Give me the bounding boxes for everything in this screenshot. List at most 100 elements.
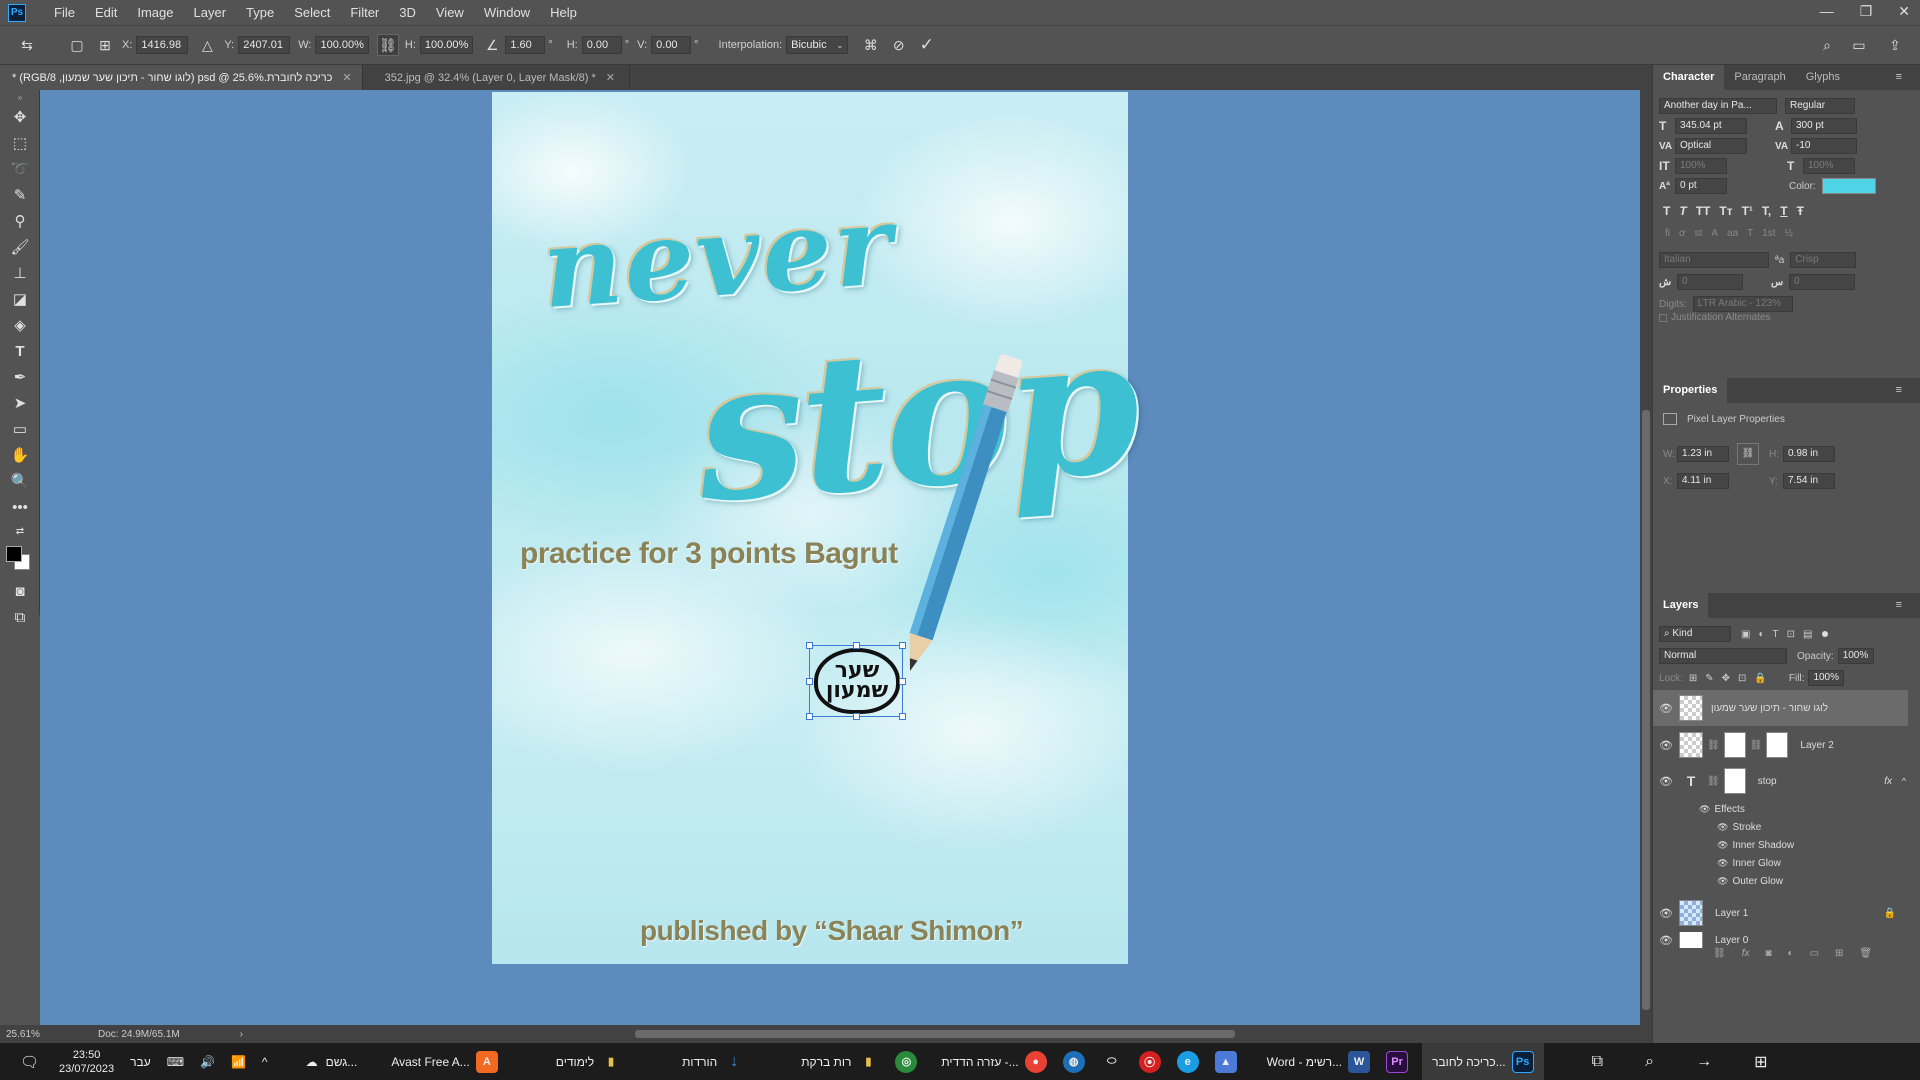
layer-filter-select[interactable]: ⌕ Kind [1659, 626, 1731, 642]
antialias-select[interactable]: Crisp [1790, 252, 1857, 268]
tab-properties[interactable]: Properties [1653, 378, 1728, 403]
doc-tab-cover[interactable]: כריכה לחוברת.psd @ 25.6% (לוגו שחור - תי… [0, 65, 363, 90]
color-swatches[interactable] [0, 542, 40, 578]
faux-italic-icon[interactable]: T [1679, 204, 1686, 218]
titling-alternates-icon[interactable]: T [1747, 228, 1753, 239]
effect-row[interactable]: 👁 Outer Glow [1653, 872, 1908, 890]
photoshop-logo-icon[interactable]: Ps [8, 3, 26, 22]
close-icon[interactable]: ✕ [1898, 0, 1910, 22]
swap-colors-icon[interactable]: ⇄ [0, 520, 40, 542]
font-size-input[interactable]: 345.04 pt [1675, 118, 1747, 134]
taskbar-teams[interactable]: ▲ [1207, 1043, 1245, 1080]
strikethrough-icon[interactable]: Ŧ [1797, 204, 1804, 218]
add-style-icon[interactable]: fx [1742, 948, 1750, 959]
tab-paragraph[interactable]: Paragraph [1724, 65, 1795, 90]
quick-select-tool-icon[interactable]: ✎ [0, 182, 40, 208]
horizontal-scale-input[interactable]: 100% [1803, 158, 1855, 174]
fractions-icon[interactable]: ½ [1785, 228, 1793, 239]
move-tool-icon[interactable]: ✥ [0, 104, 40, 130]
new-group-icon[interactable]: ▭ [1810, 948, 1819, 959]
taskbar-folder-ruth[interactable]: רות ברקת ▮ [793, 1043, 887, 1080]
share-icon[interactable]: ⇪ [1884, 34, 1906, 56]
layer-name[interactable]: Layer 1 [1715, 908, 1748, 919]
menu-select[interactable]: Select [284, 0, 340, 25]
reference-point-grid-icon[interactable]: ⊞ [94, 34, 116, 56]
fx-badge[interactable]: fx [1884, 776, 1892, 787]
link-layers-icon[interactable]: ⛓ [1713, 948, 1726, 959]
eye-icon[interactable]: 👁 [1717, 840, 1728, 851]
task-view-icon[interactable]: ⧉ [1584, 1043, 1611, 1080]
tab-glyphs[interactable]: Glyphs [1796, 65, 1850, 90]
move-tool-preset-icon[interactable]: ⇆ [14, 34, 40, 56]
eye-icon[interactable]: 👁 [1653, 739, 1679, 752]
keyboard-icon[interactable]: ⌨ [159, 1043, 192, 1080]
vertical-scroll-thumb[interactable] [1642, 410, 1650, 1010]
transform-handle[interactable] [806, 713, 813, 720]
clock[interactable]: 23:50 23/07/2023 [51, 1043, 122, 1080]
tab-character[interactable]: Character [1653, 65, 1725, 90]
stamp-tool-icon[interactable]: ⊥ [0, 260, 40, 286]
taskbar-photoshop[interactable]: כריכה לחובר... Ps [1422, 1043, 1544, 1080]
old-style-icon[interactable]: ơ [1679, 228, 1686, 239]
font-style-select[interactable]: Regular [1785, 98, 1855, 114]
w-input[interactable]: 100.00% [315, 36, 369, 54]
zoom-level[interactable]: 25.61% [6, 1029, 66, 1040]
layer-name[interactable]: Layer 2 [1800, 740, 1833, 751]
all-caps-icon[interactable]: TT [1696, 204, 1711, 218]
effect-row[interactable]: 👁 Inner Glow [1653, 854, 1908, 872]
vertical-scrollbar[interactable] [1640, 90, 1652, 1025]
menu-3d[interactable]: 3D [389, 0, 426, 25]
effects-row[interactable]: 👁 Effects [1653, 800, 1908, 818]
horizontal-scroll-thumb[interactable] [635, 1030, 1235, 1038]
close-icon[interactable]: ✕ [606, 71, 615, 84]
transform-handle[interactable] [899, 678, 906, 685]
superscript-icon[interactable]: T¹ [1742, 204, 1753, 218]
eraser-tool-icon[interactable]: ◪ [0, 286, 40, 312]
menu-file[interactable]: File [44, 0, 85, 25]
angle-input[interactable]: 1.60 [505, 36, 546, 54]
canvas-area[interactable]: never stop practice for 3 points Bagrut … [40, 90, 1640, 1025]
layer-row[interactable]: 👁 ⛓ ⛓ Layer 2 [1653, 728, 1908, 762]
taskbar-edge[interactable]: e [1169, 1043, 1207, 1080]
menu-type[interactable]: Type [236, 0, 284, 25]
lock-icon[interactable]: 🔒 [1884, 908, 1896, 919]
text-color-swatch[interactable] [1821, 178, 1876, 194]
menu-view[interactable]: View [426, 0, 474, 25]
transform-handle[interactable] [806, 678, 813, 685]
faux-bold-icon[interactable]: T [1663, 204, 1670, 218]
commit-transform-icon[interactable]: ✓ [916, 34, 938, 56]
hskew-input[interactable]: 0.00 [581, 36, 622, 54]
horizontal-scrollbar[interactable] [240, 1028, 1640, 1040]
quick-mask-icon[interactable]: ◙ [0, 578, 40, 604]
add-mask-icon[interactable]: ◙ [1765, 948, 1771, 959]
chain-icon[interactable]: ⛓ [1750, 740, 1763, 751]
logo-transform-selection[interactable]: שער שמעון [806, 642, 906, 720]
chain-icon[interactable]: ⛓ [1707, 776, 1720, 787]
cancel-transform-icon[interactable]: ⊘ [888, 34, 910, 56]
layer-mask-thumbnail[interactable] [1723, 768, 1746, 794]
y-input[interactable]: 2407.01 px [238, 36, 291, 54]
layer-row[interactable]: 👁 T ⛓ stop fx ^ [1653, 764, 1908, 798]
zoom-tool-icon[interactable]: 🔍 [0, 468, 40, 494]
taskbar-premiere[interactable]: Pr [1378, 1043, 1416, 1080]
weather-widget[interactable]: ☁ גשם... [276, 1043, 366, 1080]
shape-tool-icon[interactable]: ▭ [0, 416, 40, 442]
layer-filter-icons[interactable]: ▣◐T⊡▤ [1741, 629, 1820, 640]
digits-select[interactable]: LTR Arabic - 123% [1692, 296, 1793, 312]
eye-icon[interactable]: 👁 [1653, 907, 1679, 920]
chevron-up-icon[interactable]: ^ [254, 1043, 276, 1080]
prop-w-input[interactable]: 1.23 in [1677, 446, 1729, 462]
taskbar-chrome[interactable]: עזרה הדדית -... ● [933, 1043, 1054, 1080]
baseline-shift-input[interactable]: 0 pt [1675, 178, 1727, 194]
lock-icons[interactable]: ⊞✎✥⊡🔒 [1689, 673, 1775, 684]
brush-tool-icon[interactable]: 🖌 [0, 234, 40, 260]
menu-edit[interactable]: Edit [85, 0, 127, 25]
eye-icon[interactable]: 👁 [1653, 775, 1679, 788]
layer-name[interactable]: stop [1758, 776, 1777, 787]
layer-mask-thumbnail[interactable] [1723, 732, 1746, 758]
kerning-select[interactable]: Optical [1675, 138, 1747, 154]
reference-point-toggle-icon[interactable]: ▢ [66, 34, 88, 56]
kashida-right-input[interactable]: 0 [1789, 274, 1855, 290]
ordinals-icon[interactable]: 1st [1762, 228, 1775, 239]
eye-icon[interactable]: 👁 [1717, 822, 1728, 833]
